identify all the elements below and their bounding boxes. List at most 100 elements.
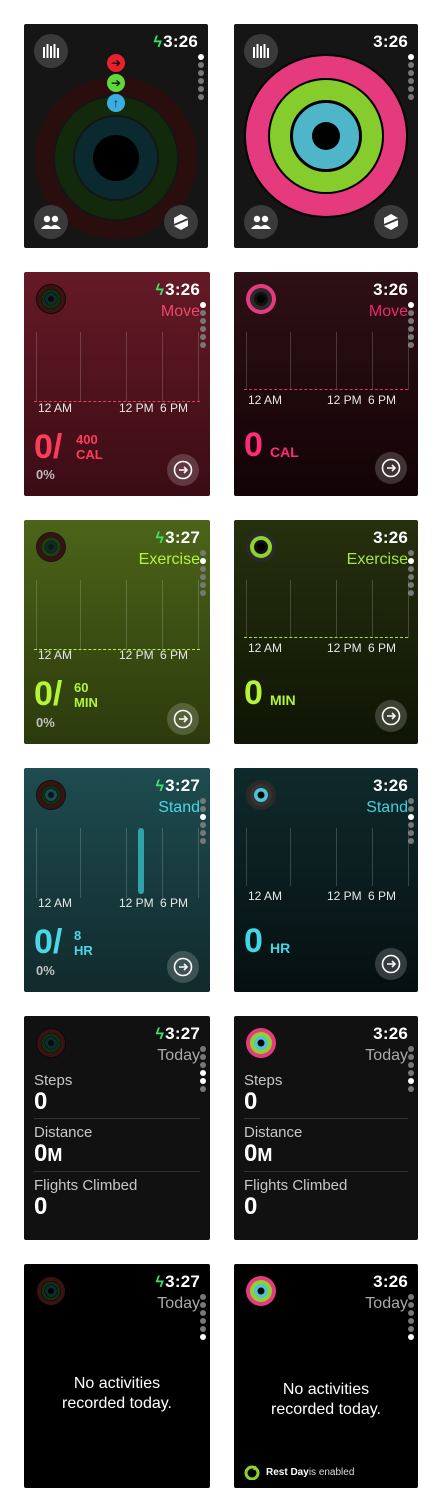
status-time: ϟ3:27 <box>155 528 200 547</box>
hourly-chart <box>244 580 409 638</box>
empty-message-line2: recorded today. <box>271 1401 381 1418</box>
page-indicator <box>408 1294 414 1342</box>
status-time: ϟ3:27 <box>155 1272 200 1291</box>
move-goal-unit: CAL <box>76 447 103 462</box>
screen-title: Exercise <box>138 551 200 568</box>
today-screen-disabled: ϟ3:27 Today Steps 0 Distance 0M Flights … <box>24 1016 210 1240</box>
friends-button[interactable] <box>34 205 68 239</box>
page-indicator <box>200 302 206 350</box>
mini-rings-icon <box>36 780 66 810</box>
page-indicator <box>200 798 206 846</box>
awards-button[interactable] <box>164 205 198 239</box>
summary-button[interactable] <box>167 454 199 486</box>
friends-button[interactable] <box>244 205 278 239</box>
hourly-chart <box>34 828 200 898</box>
axis-label-12am: 12 AM <box>38 401 73 415</box>
screen-title: Today <box>365 1295 408 1312</box>
move-goal-number: 400 <box>76 432 98 447</box>
move-screen-disabled: ϟ3:26 Move 12 AM 12 PM 6 PM 0/ 400 CAL 0… <box>24 272 210 496</box>
page-indicator <box>408 1046 414 1094</box>
summary-button[interactable] <box>375 700 407 732</box>
mini-rings-icon <box>37 1277 65 1305</box>
axis-label-12pm: 12 PM <box>327 889 362 903</box>
axis-label-12pm: 12 PM <box>327 641 362 655</box>
move-screen-rest-day: 3:26 Move 12 AM 12 PM 6 PM 0 CAL <box>234 272 418 496</box>
summary-arrow-icon <box>173 460 193 480</box>
screen-title: Today <box>365 1047 408 1064</box>
screen-title: Stand <box>366 799 408 816</box>
page-indicator <box>200 550 206 598</box>
mini-rings-icon <box>36 532 66 562</box>
chart-button[interactable] <box>244 34 278 68</box>
exercise-arrow-icon: ➔ <box>107 74 125 92</box>
page-indicator <box>200 1294 206 1342</box>
divider <box>244 1118 408 1119</box>
awards-icon <box>173 214 189 230</box>
summary-button[interactable] <box>375 948 407 980</box>
activities-screen-disabled: ϟ3:27 Today No activities recorded today… <box>24 1264 210 1488</box>
rings-screen-rest-day: 3:26 <box>234 24 418 248</box>
stand-goal-unit: HR <box>74 943 93 958</box>
awards-button[interactable] <box>374 205 408 239</box>
friends-icon <box>41 215 61 229</box>
axis-label-12am: 12 AM <box>38 896 73 910</box>
move-arrow-icon: ➔ <box>107 54 125 72</box>
move-value: 0/ <box>34 428 63 466</box>
chart-button[interactable] <box>34 34 68 68</box>
today-screen-rest-day: 3:26 Today Steps 0 Distance 0M Flights C… <box>234 1016 418 1240</box>
flights-label: Flights Climbed <box>244 1177 348 1194</box>
mini-rings-icon <box>36 284 66 314</box>
distance-value: 0M <box>244 1140 273 1167</box>
lightning-bolt-icon: ϟ <box>153 34 163 51</box>
screen-title: Today <box>157 1047 200 1064</box>
axis-label-12pm: 12 PM <box>119 648 154 662</box>
hourly-chart <box>244 332 409 390</box>
stand-hour-bar <box>138 828 144 894</box>
axis-label-6pm: 6 PM <box>368 393 397 407</box>
flights-value: 0 <box>244 1193 258 1220</box>
axis-label-6pm: 6 PM <box>368 889 397 903</box>
screen-title: Today <box>157 1295 200 1312</box>
status-time: 3:26 <box>373 776 408 795</box>
status-time: 3:26 <box>373 528 408 547</box>
axis-label-6pm: 6 PM <box>160 648 189 662</box>
axis-label-12pm: 12 PM <box>327 393 362 407</box>
exercise-value: 0 <box>244 674 263 712</box>
axis-label-12pm: 12 PM <box>119 896 154 910</box>
mini-rings-icon <box>246 780 276 810</box>
exercise-screen-disabled: ϟ3:27 Exercise 12 AM 12 PM 6 PM 0/ 60 MI… <box>24 520 210 744</box>
empty-message-line2: recorded today. <box>62 1395 172 1412</box>
screen-title: Move <box>160 303 200 320</box>
hourly-chart <box>244 828 409 886</box>
axis-label-12am: 12 AM <box>248 889 283 903</box>
exercise-percent: 0% <box>36 715 55 730</box>
status-time: ϟ3:26 <box>153 32 198 51</box>
stand-arrow-icon: ↑ <box>107 94 125 112</box>
move-percent: 0% <box>36 467 55 482</box>
steps-label: Steps <box>244 1072 283 1089</box>
stand-goal-number: 8 <box>74 928 82 943</box>
page-indicator <box>198 54 204 102</box>
exercise-goal-unit: MIN <box>74 695 98 710</box>
stand-screen-disabled: ϟ3:27 Stand 12 AM 12 PM 6 PM 0/ 8 HR 0% <box>24 768 210 992</box>
lightning-bolt-icon: ϟ <box>155 1274 165 1291</box>
summary-arrow-icon <box>173 709 193 729</box>
lightning-bolt-icon: ϟ <box>155 282 165 299</box>
rest-day-icon: z <box>244 1465 260 1480</box>
distance-label: Distance <box>244 1124 303 1141</box>
summary-button[interactable] <box>167 951 199 983</box>
friends-icon <box>251 215 271 229</box>
summary-button[interactable] <box>375 452 407 484</box>
status-time: ϟ3:27 <box>155 1024 200 1043</box>
mini-rings-icon <box>246 1276 276 1306</box>
status-time: 3:26 <box>373 32 408 51</box>
screen-title: Stand <box>158 799 200 816</box>
stand-value: 0 <box>244 922 263 960</box>
lightning-bolt-icon: ϟ <box>155 530 165 547</box>
status-time: 3:26 <box>373 1272 408 1291</box>
status-time: 3:26 <box>373 280 408 299</box>
axis-label-12am: 12 AM <box>38 648 73 662</box>
distance-value: 0M <box>34 1140 63 1167</box>
mini-rings-icon <box>36 1028 66 1058</box>
summary-button[interactable] <box>167 703 199 735</box>
